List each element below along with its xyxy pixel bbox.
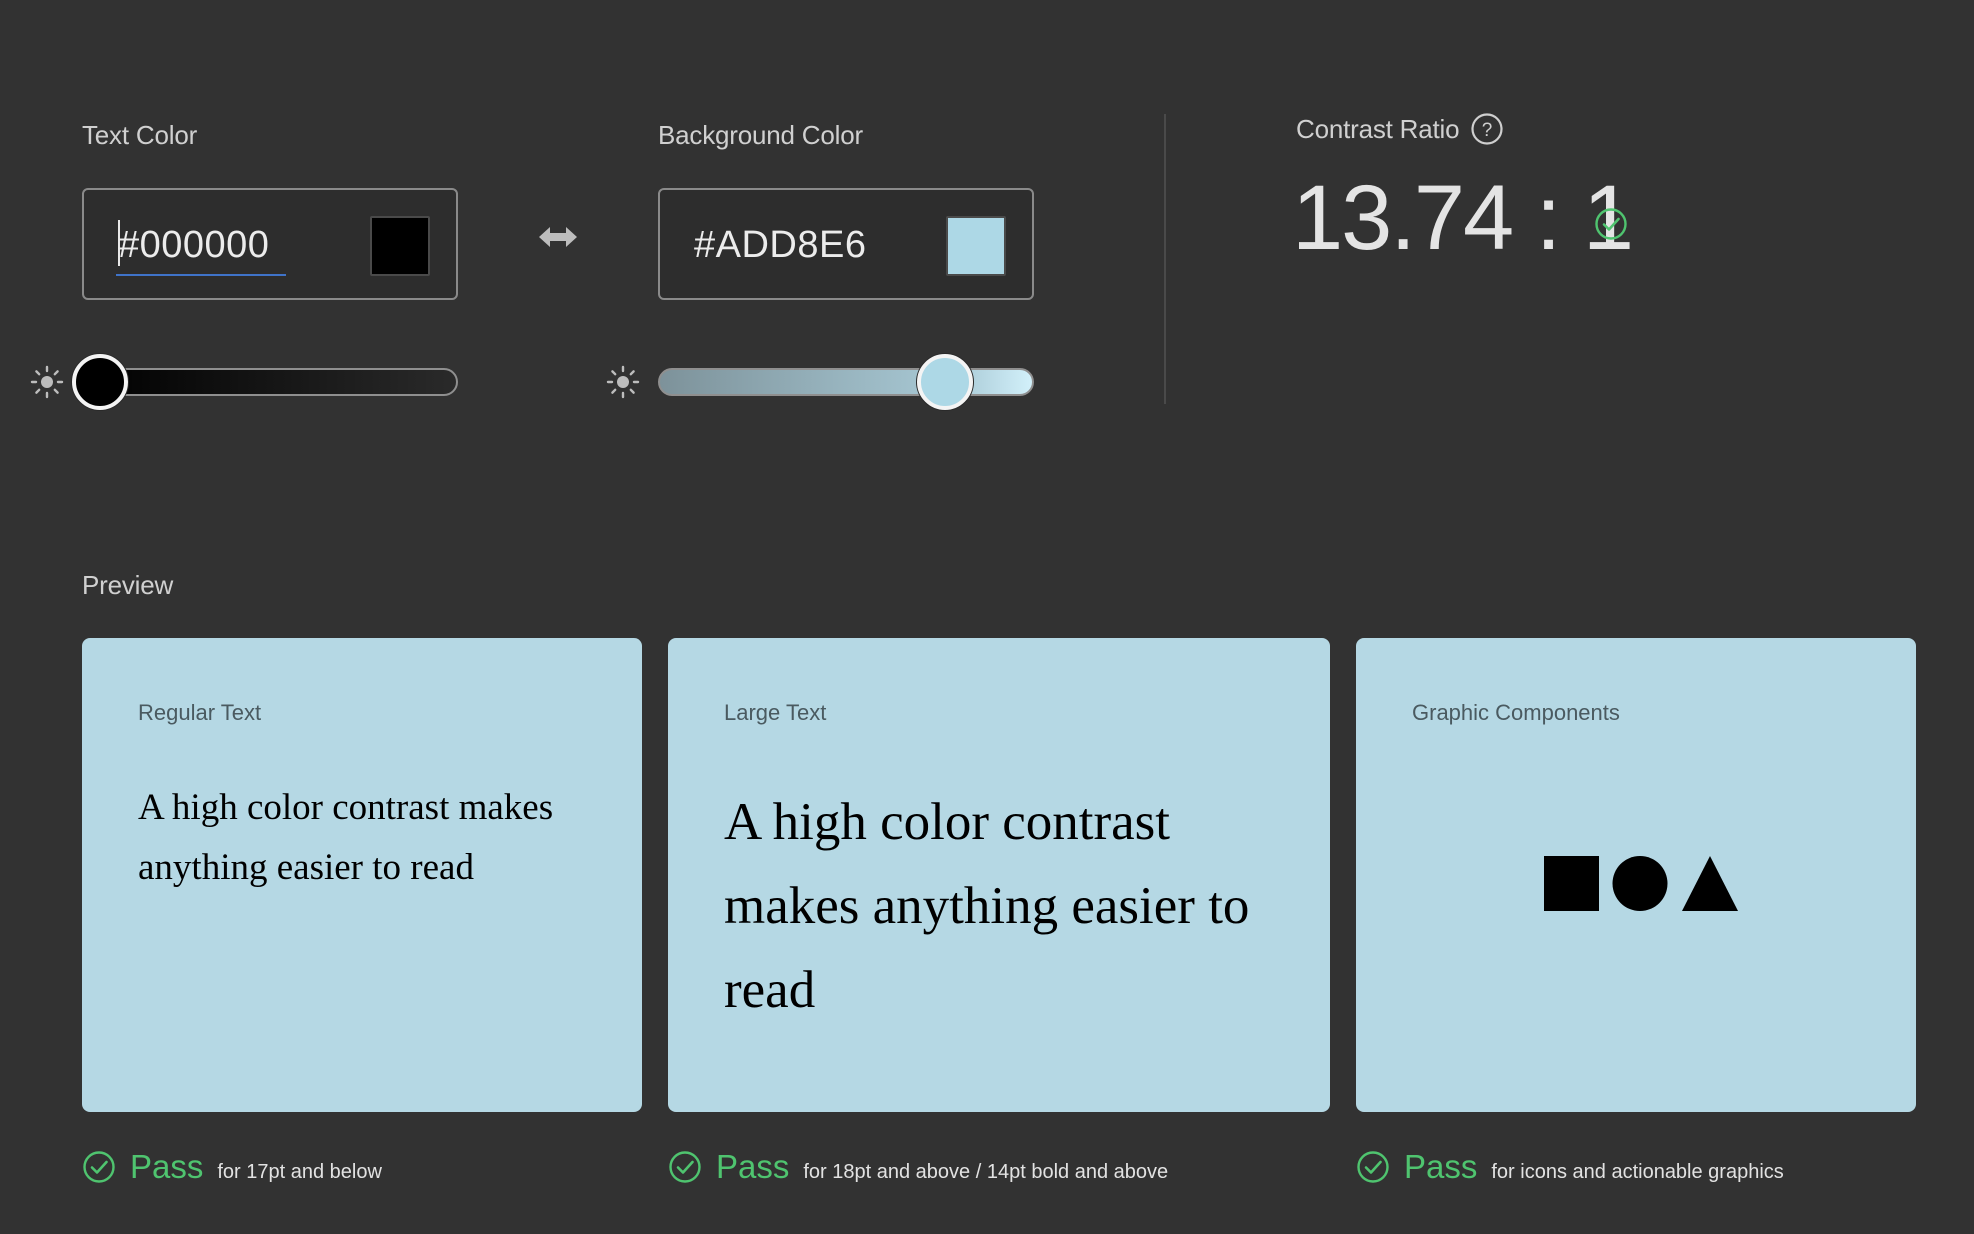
pass-description: for 18pt and above / 14pt bold and above <box>803 1161 1169 1183</box>
regular-text-sample: A high color contrast makes anything eas… <box>138 787 554 888</box>
check-circle-icon <box>83 1151 115 1183</box>
question-circle-icon[interactable]: ? <box>1470 112 1504 146</box>
pass-result-large: Pass for 18pt and above / 14pt bold and … <box>668 1148 1168 1186</box>
contrast-ratio-label: Contrast Ratio <box>1296 114 1460 144</box>
contrast-ratio-value: 13.74 : 1 <box>1292 167 1634 269</box>
swap-horizontal-icon[interactable] <box>536 222 580 252</box>
pass-label: Pass <box>1404 1148 1478 1185</box>
text-color-label: Text Color <box>82 120 198 150</box>
svg-text:?: ? <box>1482 120 1493 141</box>
text-color-hex-input[interactable]: #000000 <box>118 224 269 267</box>
card-label: Large Text <box>724 700 827 725</box>
brightness-icon <box>30 365 64 399</box>
pass-description: for icons and actionable graphics <box>1491 1161 1784 1183</box>
preview-card-large-text: Large Text A high color contrast makes a… <box>668 638 1330 1112</box>
section-divider <box>1164 114 1166 404</box>
triangle-icon <box>1682 856 1738 911</box>
square-icon <box>1544 856 1599 911</box>
background-brightness-slider-thumb[interactable] <box>917 354 973 410</box>
circle-icon <box>1612 856 1668 911</box>
check-circle-icon <box>669 1151 701 1183</box>
text-color-field[interactable]: #000000 <box>82 188 458 300</box>
check-circle-icon <box>1357 1151 1389 1183</box>
background-color-label: Background Color <box>658 120 863 150</box>
large-text-sample: A high color contrast makes anything eas… <box>724 793 1250 1019</box>
background-color-field[interactable]: #ADD8E6 <box>658 188 1034 300</box>
card-label: Graphic Components <box>1412 700 1620 725</box>
pass-description: for 17pt and below <box>217 1161 382 1183</box>
card-label: Regular Text <box>138 700 262 725</box>
text-brightness-slider-thumb[interactable] <box>72 354 128 410</box>
text-color-swatch[interactable] <box>370 216 430 276</box>
pass-label: Pass <box>130 1148 204 1185</box>
brightness-icon <box>606 365 640 399</box>
background-color-hex-input[interactable]: #ADD8E6 <box>694 224 866 267</box>
pass-label: Pass <box>716 1148 790 1185</box>
text-brightness-slider[interactable] <box>82 368 458 396</box>
background-brightness-slider[interactable] <box>658 368 1034 396</box>
pass-result-graphics: Pass for icons and actionable graphics <box>1356 1148 1784 1186</box>
check-circle-icon <box>1595 208 1627 240</box>
preview-card-regular-text: Regular Text A high color contrast makes… <box>82 638 642 1112</box>
pass-result-regular: Pass for 17pt and below <box>82 1148 382 1186</box>
background-color-swatch[interactable] <box>946 216 1006 276</box>
graphic-shapes <box>1544 856 1738 911</box>
preview-label: Preview <box>82 570 174 600</box>
preview-card-graphic-components: Graphic Components <box>1356 638 1916 1112</box>
focus-underline <box>116 274 286 276</box>
